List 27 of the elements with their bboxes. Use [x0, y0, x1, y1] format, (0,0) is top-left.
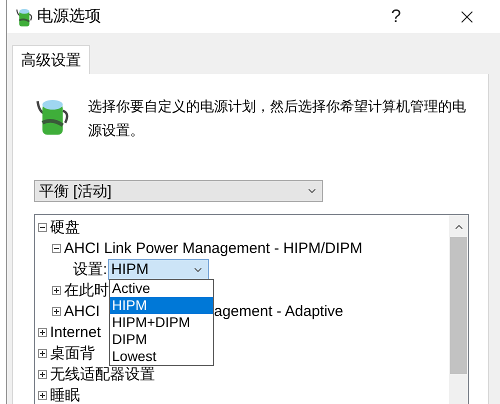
- tree-item[interactable]: 无线适配器设置: [50, 365, 155, 384]
- plan-dropdown[interactable]: 平衡 [活动]: [34, 180, 323, 202]
- scroll-thumb[interactable]: [450, 237, 467, 374]
- collapse-icon[interactable]: [38, 223, 47, 232]
- description-text: 选择你要自定义的电源计划，然后选择你希望计算机管理的电源设置。: [88, 97, 467, 140]
- dropdown-option[interactable]: HIPM: [110, 297, 213, 314]
- help-button[interactable]: ?: [385, 6, 407, 27]
- tree-item[interactable]: 硬盘: [50, 218, 80, 237]
- tree-item[interactable]: 在此时: [64, 281, 109, 300]
- tree-item-text: agement - Adaptive: [214, 303, 344, 320]
- tree-item[interactable]: Internet: [50, 324, 101, 341]
- window-title: 电源选项: [37, 6, 102, 27]
- tab[interactable]: 高级设置: [12, 45, 90, 74]
- expand-icon[interactable]: [52, 307, 61, 316]
- scrollbar[interactable]: [449, 215, 468, 404]
- expand-icon[interactable]: [52, 286, 61, 295]
- tree-item[interactable]: AHCI Link Power Management - HIPM/DIPM: [64, 240, 362, 257]
- tree-item[interactable]: AHCI: [64, 303, 100, 320]
- expand-icon[interactable]: [38, 370, 47, 379]
- expand-icon[interactable]: [38, 391, 47, 400]
- expand-icon[interactable]: [38, 349, 47, 358]
- tree-item[interactable]: 睡眠: [50, 386, 80, 404]
- collapse-icon[interactable]: [52, 244, 61, 253]
- setting-label: 设置:: [73, 260, 108, 279]
- expand-icon[interactable]: [38, 328, 47, 337]
- tree-item[interactable]: 桌面背: [50, 344, 95, 363]
- setting-select[interactable]: HIPM: [108, 259, 210, 280]
